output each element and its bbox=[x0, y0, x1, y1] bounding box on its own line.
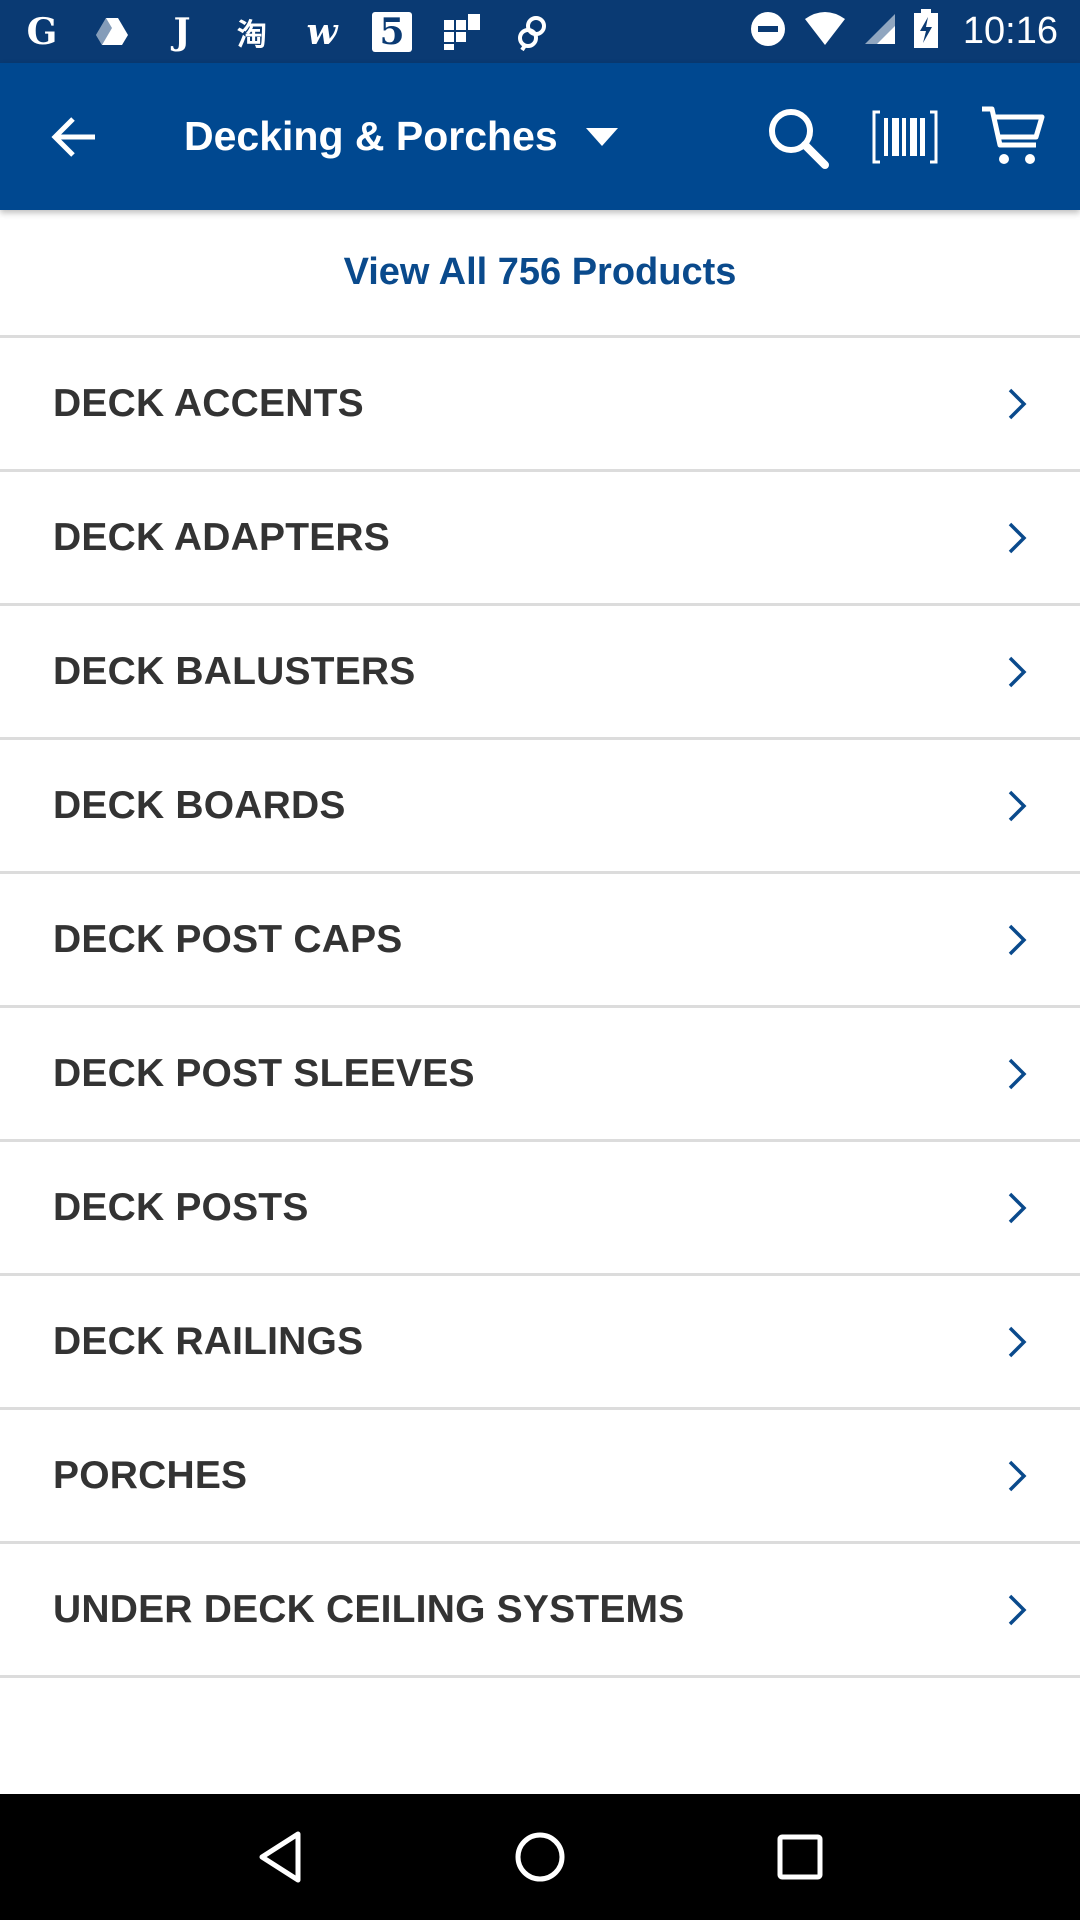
system-status: 10:16 bbox=[749, 9, 1058, 54]
signal-icon bbox=[863, 12, 897, 51]
system-nav-bar bbox=[0, 1794, 1080, 1920]
nav-back-button[interactable] bbox=[240, 1817, 320, 1897]
grid-app-icon bbox=[442, 12, 482, 52]
wifi-icon bbox=[803, 11, 847, 52]
category-item-deck-balusters[interactable]: DECK BALUSTERS bbox=[0, 606, 1080, 740]
view-all-products-link[interactable]: View All 756 Products bbox=[0, 210, 1080, 338]
barcode-scan-button[interactable] bbox=[870, 102, 940, 172]
dropdown-caret-icon bbox=[585, 127, 618, 146]
view-all-label: View All 756 Products bbox=[343, 251, 737, 293]
nav-recents-icon bbox=[777, 1834, 823, 1880]
category-label: DECK ADAPTERS bbox=[53, 515, 391, 559]
category-list: DECK ACCENTS DECK ADAPTERS DECK BALUSTER… bbox=[0, 338, 1080, 1678]
five-app-icon: 5 bbox=[372, 11, 412, 53]
link-app-icon bbox=[512, 12, 552, 52]
chevron-right-icon bbox=[1002, 1456, 1032, 1496]
chevron-right-icon bbox=[1002, 1188, 1032, 1228]
category-label: DECK POSTS bbox=[53, 1185, 309, 1229]
category-item-deck-boards[interactable]: DECK BOARDS bbox=[0, 740, 1080, 874]
page-title: Decking & Porches bbox=[184, 113, 558, 159]
app-bar-actions bbox=[762, 102, 1048, 172]
category-item-deck-post-caps[interactable]: DECK POST CAPS bbox=[0, 874, 1080, 1008]
status-bar: G J 淘 w 5 10:16 bbox=[0, 0, 1080, 63]
search-icon bbox=[769, 108, 829, 169]
nav-home-button[interactable] bbox=[500, 1817, 580, 1897]
barcode-icon bbox=[872, 110, 938, 163]
nav-back-icon bbox=[259, 1831, 301, 1883]
w-app-icon: w bbox=[306, 10, 338, 53]
nav-home-icon bbox=[515, 1832, 565, 1882]
category-item-deck-railings[interactable]: DECK RAILINGS bbox=[0, 1276, 1080, 1410]
back-button[interactable] bbox=[34, 97, 114, 177]
chevron-right-icon bbox=[1002, 384, 1032, 424]
chevron-right-icon bbox=[1002, 786, 1032, 826]
category-label: PORCHES bbox=[53, 1453, 248, 1497]
category-label: DECK POST CAPS bbox=[53, 917, 403, 961]
category-item-deck-posts[interactable]: DECK POSTS bbox=[0, 1142, 1080, 1276]
notification-icons: G J 淘 w 5 bbox=[22, 10, 552, 53]
battery-charging-icon bbox=[913, 9, 939, 54]
clock: 10:16 bbox=[962, 10, 1058, 52]
chevron-right-icon bbox=[1002, 652, 1032, 692]
category-item-deck-post-sleeves[interactable]: DECK POST SLEEVES bbox=[0, 1008, 1080, 1142]
category-label: DECK POST SLEEVES bbox=[53, 1051, 475, 1095]
app-bar: Decking & Porches bbox=[0, 63, 1080, 210]
category-item-deck-accents[interactable]: DECK ACCENTS bbox=[0, 338, 1080, 472]
category-label: DECK ACCENTS bbox=[53, 381, 364, 425]
chevron-right-icon bbox=[1002, 920, 1032, 960]
category-item-under-deck-ceiling-systems[interactable]: UNDER DECK CEILING SYSTEMS bbox=[0, 1544, 1080, 1678]
category-item-porches[interactable]: PORCHES bbox=[0, 1410, 1080, 1544]
category-label: DECK BALUSTERS bbox=[53, 649, 416, 693]
chevron-right-icon bbox=[1002, 1322, 1032, 1362]
google-icon: G bbox=[26, 10, 58, 53]
cart-button[interactable] bbox=[978, 102, 1048, 172]
back-arrow-icon bbox=[51, 116, 95, 157]
nav-recents-button[interactable] bbox=[760, 1817, 840, 1897]
chevron-right-icon bbox=[1002, 518, 1032, 558]
category-label: UNDER DECK CEILING SYSTEMS bbox=[53, 1587, 685, 1631]
category-item-deck-adapters[interactable]: DECK ADAPTERS bbox=[0, 472, 1080, 606]
cart-icon bbox=[982, 106, 1045, 164]
category-dropdown[interactable]: Decking & Porches bbox=[184, 113, 618, 160]
category-label: DECK BOARDS bbox=[53, 783, 346, 827]
drive-icon bbox=[92, 12, 132, 52]
taobao-icon: 淘 bbox=[237, 17, 267, 53]
j-app-icon: J bbox=[173, 10, 191, 53]
chevron-right-icon bbox=[1002, 1590, 1032, 1630]
category-label: DECK RAILINGS bbox=[53, 1319, 364, 1363]
chevron-right-icon bbox=[1002, 1054, 1032, 1094]
search-button[interactable] bbox=[762, 102, 832, 172]
dnd-icon bbox=[749, 10, 787, 53]
